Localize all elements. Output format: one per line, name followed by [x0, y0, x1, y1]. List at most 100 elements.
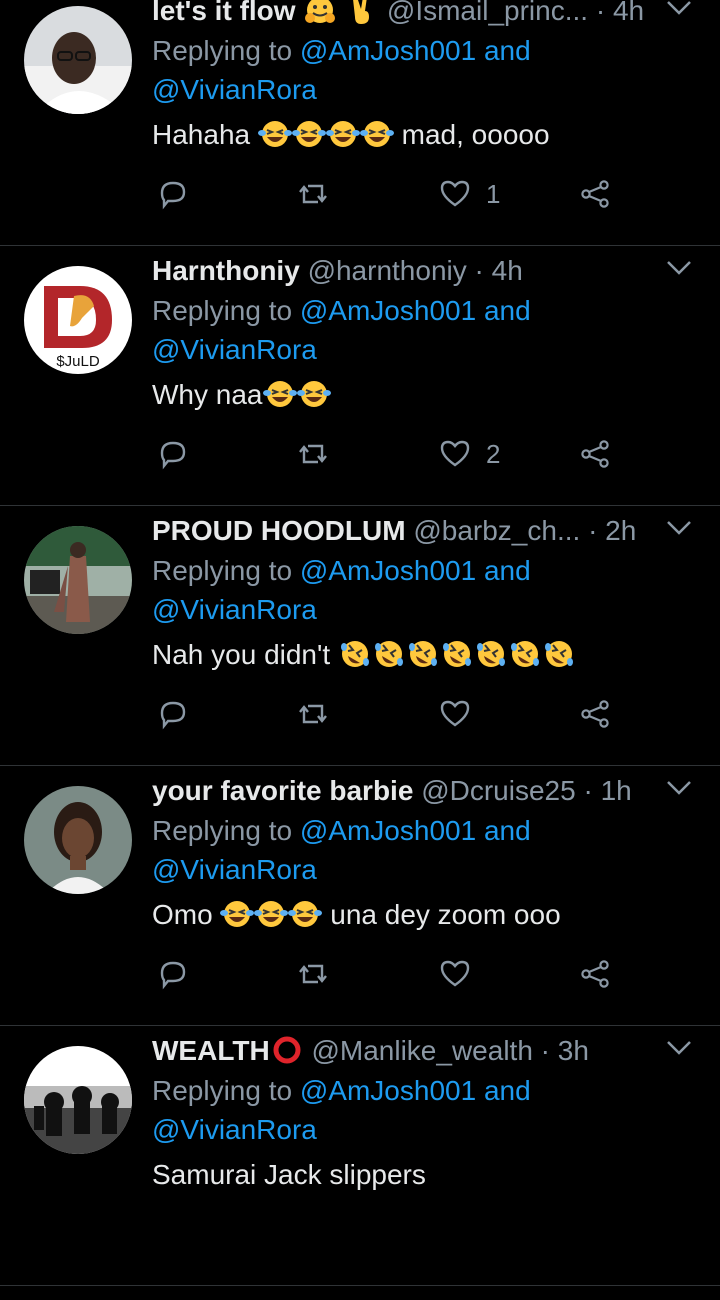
- like-icon: [440, 960, 470, 987]
- like-button[interactable]: 2: [438, 434, 500, 474]
- display-name[interactable]: WEALTH: [152, 1035, 270, 1066]
- share-icon: [581, 440, 609, 468]
- replying-to-2: @VivianRora: [152, 853, 317, 887]
- share-button[interactable]: [578, 174, 612, 214]
- tweet-header: WEALTH @Manlike_wealth · 3h: [152, 1035, 589, 1066]
- display-name[interactable]: Harnthoniy: [152, 255, 300, 286]
- avatar[interactable]: $JuLD: [24, 266, 132, 374]
- hugging-face-emoji: [305, 0, 336, 23]
- chevron-down-icon[interactable]: [666, 0, 692, 18]
- replying-to-2: @VivianRora: [152, 1113, 317, 1147]
- reply-button[interactable]: [156, 174, 190, 214]
- mention-link[interactable]: @AmJosh001: [300, 815, 476, 846]
- reply-button[interactable]: [156, 954, 190, 994]
- tweet-text: Hahaha mad, ooooo: [152, 119, 550, 150]
- mention-link[interactable]: @AmJosh001: [300, 1075, 476, 1106]
- rolling-laughing-emoji: [442, 641, 471, 667]
- tweet-actions: 1: [152, 174, 652, 214]
- replying-to-2: @VivianRora: [152, 593, 317, 627]
- retweet-button[interactable]: [296, 174, 330, 214]
- replying-to: Replying to @AmJosh001 and: [152, 1075, 531, 1106]
- emoji-run: [338, 639, 576, 670]
- avatar[interactable]: [24, 786, 132, 894]
- mention-link[interactable]: @VivianRora: [152, 334, 317, 365]
- retweet-button[interactable]: [296, 954, 330, 994]
- chevron-down-icon[interactable]: [666, 258, 692, 278]
- user-handle[interactable]: @Manlike_wealth: [311, 1035, 532, 1066]
- retweet-icon: [299, 964, 327, 984]
- like-button[interactable]: [438, 694, 486, 734]
- reply-feed: let's it flow @Ismail_princ... · 4h Repl…: [0, 0, 720, 1300]
- laughing-tears-emoji: [291, 121, 326, 147]
- mention-link[interactable]: @VivianRora: [152, 1114, 317, 1145]
- tweet-header: Harnthoniy @harnthoniy · 4h: [152, 255, 523, 286]
- reply-icon: [160, 441, 186, 470]
- retweet-button[interactable]: [296, 434, 330, 474]
- share-button[interactable]: [578, 694, 612, 734]
- timestamp[interactable]: 1h: [601, 775, 632, 806]
- like-button[interactable]: [438, 954, 486, 994]
- rolling-laughing-emoji: [476, 641, 505, 667]
- timestamp[interactable]: 4h: [613, 0, 644, 26]
- share-button[interactable]: [578, 434, 612, 474]
- like-icon: [440, 440, 470, 467]
- like-icon: [440, 700, 470, 727]
- mention-link[interactable]: @AmJosh001: [300, 295, 476, 326]
- mention-link[interactable]: @AmJosh001: [300, 555, 476, 586]
- tweet[interactable]: PROUD HOODLUM @barbz_ch... · 2h Replying…: [0, 506, 720, 766]
- reply-button[interactable]: [156, 694, 190, 734]
- replying-to: Replying to @AmJosh001 and: [152, 295, 531, 326]
- mention-link[interactable]: @VivianRora: [152, 594, 317, 625]
- user-handle[interactable]: @Dcruise25: [421, 775, 575, 806]
- share-icon: [581, 180, 609, 208]
- laughing-tears-emoji: [288, 901, 323, 927]
- reply-button[interactable]: [156, 434, 190, 474]
- timestamp[interactable]: 2h: [605, 515, 636, 546]
- share-icon: [581, 960, 609, 988]
- chevron-down-icon[interactable]: [666, 1038, 692, 1058]
- like-button[interactable]: 1: [438, 174, 500, 214]
- chevron-down-icon[interactable]: [666, 518, 692, 538]
- laughing-tears-emoji: [359, 121, 394, 147]
- user-handle[interactable]: @barbz_ch...: [413, 514, 580, 548]
- tweet[interactable]: WEALTH @Manlike_wealth · 3h Replying to …: [0, 1026, 720, 1286]
- display-name[interactable]: PROUD HOODLUM: [152, 515, 406, 546]
- user-handle[interactable]: @Ismail_princ...: [387, 0, 588, 28]
- laughing-tears-emoji: [296, 381, 331, 407]
- replying-to-2: @VivianRora: [152, 73, 317, 107]
- tweet[interactable]: let's it flow @Ismail_princ... · 4h Repl…: [0, 0, 720, 246]
- tweet[interactable]: $JuLD Harnthoniy @harnthoniy · 4h Replyi…: [0, 246, 720, 506]
- replying-to: Replying to @AmJosh001 and: [152, 35, 531, 66]
- avatar[interactable]: [24, 6, 132, 114]
- share-icon: [581, 700, 609, 728]
- svg-text:$JuLD: $JuLD: [56, 353, 100, 370]
- display-name[interactable]: let's it flow: [152, 0, 296, 26]
- red-circle-emoji: [273, 1036, 301, 1064]
- laughing-tears-emoji: [262, 381, 297, 407]
- mention-link[interactable]: @AmJosh001: [300, 35, 476, 66]
- emoji-run: [257, 119, 394, 150]
- tweet-actions: 2: [152, 434, 652, 474]
- laughing-tears-emoji: [257, 121, 292, 147]
- display-name[interactable]: your favorite barbie: [152, 775, 413, 806]
- tweet-actions: [152, 954, 652, 994]
- avatar[interactable]: [24, 526, 132, 634]
- timestamp[interactable]: 3h: [558, 1035, 589, 1066]
- retweet-icon: [299, 444, 327, 464]
- user-handle[interactable]: @harnthoniy: [308, 255, 467, 286]
- retweet-button[interactable]: [296, 694, 330, 734]
- tweet[interactable]: your favorite barbie @Dcruise25 · 1h Rep…: [0, 766, 720, 1026]
- tweet-header: PROUD HOODLUM @barbz_ch... · 2h: [152, 514, 637, 548]
- tweet-text: Nah you didn't: [152, 638, 576, 672]
- share-button[interactable]: [578, 954, 612, 994]
- reply-icon: [160, 701, 186, 730]
- replying-to: Replying to @AmJosh001 and: [152, 815, 531, 846]
- timestamp[interactable]: 4h: [492, 255, 523, 286]
- chevron-down-icon[interactable]: [666, 778, 692, 798]
- avatar[interactable]: [24, 1046, 132, 1154]
- mention-link[interactable]: @VivianRora: [152, 74, 317, 105]
- retweet-icon: [299, 184, 327, 204]
- tweet-text: Why naa: [152, 378, 331, 412]
- emoji-run: [220, 899, 323, 930]
- mention-link[interactable]: @VivianRora: [152, 854, 317, 885]
